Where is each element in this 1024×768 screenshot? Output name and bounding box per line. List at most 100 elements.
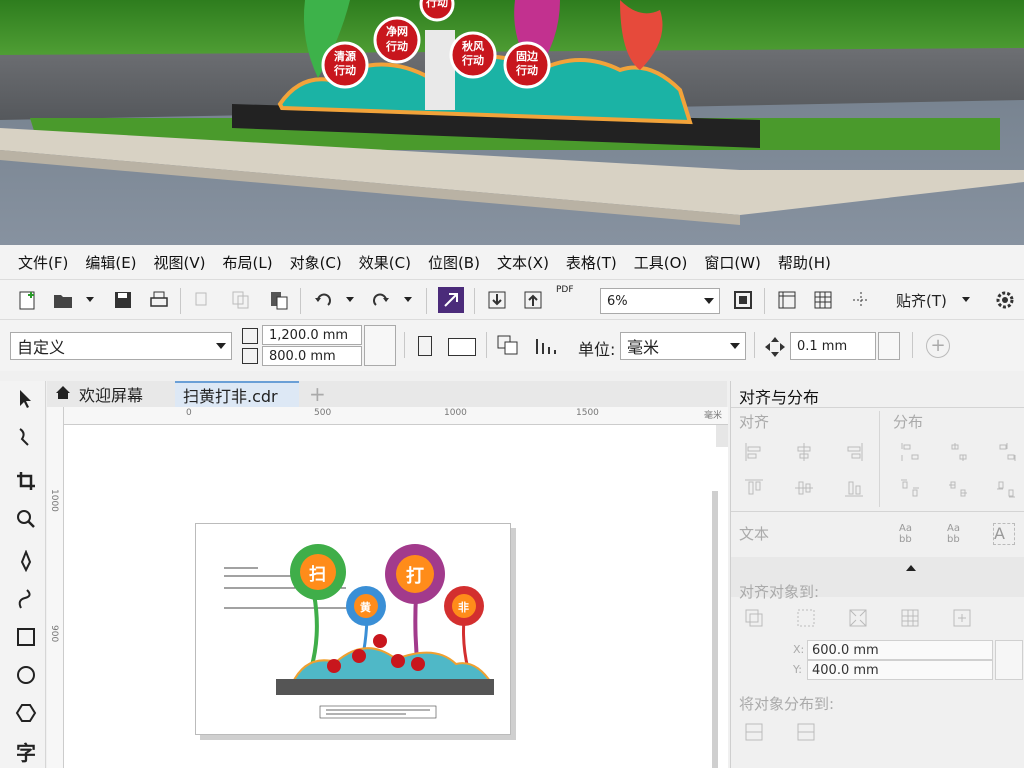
tab-document[interactable]: 扫黄打非.cdr	[175, 381, 299, 407]
size-spinners[interactable]	[364, 325, 396, 366]
align-center-h-icon[interactable]	[793, 441, 815, 463]
distribute-selection-icon[interactable]	[743, 721, 765, 743]
text-align-first-baseline-icon[interactable]: Aa bb	[899, 523, 921, 545]
x-position-field[interactable]: 600.0 mm	[807, 640, 993, 660]
document-page[interactable]: 扫 黄 打 非	[195, 523, 511, 735]
portrait-icon[interactable]	[418, 336, 432, 356]
menu-tools[interactable]: 工具(O)	[634, 252, 688, 273]
distribute-to-label: 将对象分布到:	[739, 695, 835, 713]
align-left-icon[interactable]	[743, 441, 765, 463]
pick-tool-icon[interactable]	[12, 385, 40, 413]
snap-dropdown-icon[interactable]	[962, 297, 970, 302]
menu-bitmaps[interactable]: 位图(B)	[428, 252, 480, 273]
snap-to-button[interactable]: 贴齐(T)	[896, 290, 947, 311]
text-tool-glyph: 字	[16, 740, 36, 765]
page-center-icon[interactable]	[847, 607, 869, 629]
vertical-scrollbar[interactable]	[712, 491, 718, 768]
full-screen-icon[interactable]	[730, 287, 756, 313]
rulers-icon[interactable]	[774, 287, 800, 313]
y-position-field[interactable]: 400.0 mm	[807, 660, 993, 680]
text-bounding-box-icon[interactable]: A	[993, 523, 1015, 545]
add-page-icon[interactable]: +	[926, 334, 950, 358]
copy-icon[interactable]	[228, 287, 254, 313]
active-objects-icon[interactable]	[743, 607, 765, 629]
shape-tool-icon[interactable]	[12, 423, 40, 451]
page-preset-dropdown-icon[interactable]	[216, 343, 226, 349]
menu-view[interactable]: 视图(V)	[154, 252, 206, 273]
tab-welcome[interactable]: 欢迎屏幕	[47, 381, 151, 407]
zoom-dropdown-icon[interactable]	[704, 298, 714, 304]
guidelines-icon[interactable]	[848, 287, 874, 313]
polygon-tool-icon[interactable]	[12, 699, 40, 727]
horizontal-ruler: 0 500 1000 1500 毫米	[64, 407, 728, 425]
artistic-media-icon[interactable]	[12, 585, 40, 613]
text-align-last-baseline-icon[interactable]: Aa bb	[947, 523, 969, 545]
units-dropdown-icon[interactable]	[730, 343, 740, 349]
crop-tool-icon[interactable]	[12, 467, 40, 495]
open-dropdown-icon[interactable]	[86, 297, 94, 302]
redo-icon[interactable]	[368, 287, 394, 313]
position-spinners[interactable]	[995, 640, 1023, 680]
scroll-up-area[interactable]	[716, 425, 728, 447]
menu-layout[interactable]: 布局(L)	[223, 252, 273, 273]
new-document-icon[interactable]	[14, 287, 40, 313]
nudge-spinner[interactable]	[878, 332, 900, 360]
distribute-right-icon[interactable]	[995, 441, 1017, 463]
landscape-icon[interactable]	[448, 338, 476, 356]
new-tab-icon[interactable]: +	[301, 381, 334, 407]
page-width-field[interactable]: 1,200.0 mm	[262, 325, 362, 345]
distribute-top-icon[interactable]	[899, 477, 921, 499]
distribute-center-h-icon[interactable]	[947, 441, 969, 463]
redo-dropdown-icon[interactable]	[404, 297, 412, 302]
options-gear-icon[interactable]	[992, 287, 1018, 313]
open-folder-icon[interactable]	[50, 287, 76, 313]
page-edge-icon[interactable]	[795, 607, 817, 629]
menu-object[interactable]: 对象(C)	[290, 252, 342, 273]
menu-window[interactable]: 窗口(W)	[704, 252, 761, 273]
zoom-tool-icon[interactable]	[12, 505, 40, 533]
align-top-icon[interactable]	[743, 477, 765, 499]
nudge-field[interactable]: 0.1 mm	[790, 332, 876, 360]
text-tool-icon[interactable]: 字	[12, 737, 40, 765]
current-page-icon[interactable]	[534, 334, 558, 356]
menu-file[interactable]: 文件(F)	[18, 252, 68, 273]
page-preset-combo[interactable]: 自定义	[10, 332, 232, 360]
rectangle-tool-icon[interactable]	[12, 623, 40, 651]
distribute-center-v-icon[interactable]	[947, 477, 969, 499]
artwork-thumbnail	[224, 544, 494, 719]
menu-edit[interactable]: 编辑(E)	[85, 252, 136, 273]
menu-effects[interactable]: 效果(C)	[359, 252, 411, 273]
distribute-page-icon[interactable]	[795, 721, 817, 743]
corel-connect-icon[interactable]	[438, 287, 464, 313]
publish-pdf-icon[interactable]: PDF	[556, 285, 574, 295]
zoom-combo[interactable]: 6%	[600, 288, 720, 314]
align-right-icon[interactable]	[843, 441, 865, 463]
save-icon[interactable]	[110, 287, 136, 313]
import-icon[interactable]	[484, 287, 510, 313]
menu-text[interactable]: 文本(X)	[497, 252, 549, 273]
align-bottom-icon[interactable]	[843, 477, 865, 499]
paste-icon[interactable]	[266, 287, 292, 313]
distribute-section-label: 分布	[893, 413, 924, 431]
grid-icon[interactable]	[810, 287, 836, 313]
units-combo[interactable]: 毫米	[620, 332, 746, 360]
menu-table[interactable]: 表格(T)	[566, 252, 617, 273]
specified-point-icon[interactable]	[951, 607, 973, 629]
freehand-tool-icon[interactable]	[12, 547, 40, 575]
menu-help[interactable]: 帮助(H)	[778, 252, 831, 273]
undo-icon[interactable]	[310, 287, 336, 313]
ellipse-tool-icon[interactable]	[12, 661, 40, 689]
align-center-v-icon[interactable]	[793, 477, 815, 499]
collapse-arrow-icon[interactable]	[906, 565, 916, 571]
distribute-left-icon[interactable]	[899, 441, 921, 463]
export-icon[interactable]	[520, 287, 546, 313]
drawing-canvas[interactable]: 扫 黄 打 非	[64, 425, 728, 768]
undo-dropdown-icon[interactable]	[346, 297, 354, 302]
page-height-field[interactable]: 800.0 mm	[262, 346, 362, 366]
y-position-value: 400.0 mm	[812, 662, 879, 678]
cut-icon[interactable]	[190, 287, 216, 313]
all-pages-icon[interactable]	[496, 334, 520, 356]
print-icon[interactable]	[146, 287, 172, 313]
grid-align-icon[interactable]	[899, 607, 921, 629]
distribute-bottom-icon[interactable]	[995, 477, 1017, 499]
